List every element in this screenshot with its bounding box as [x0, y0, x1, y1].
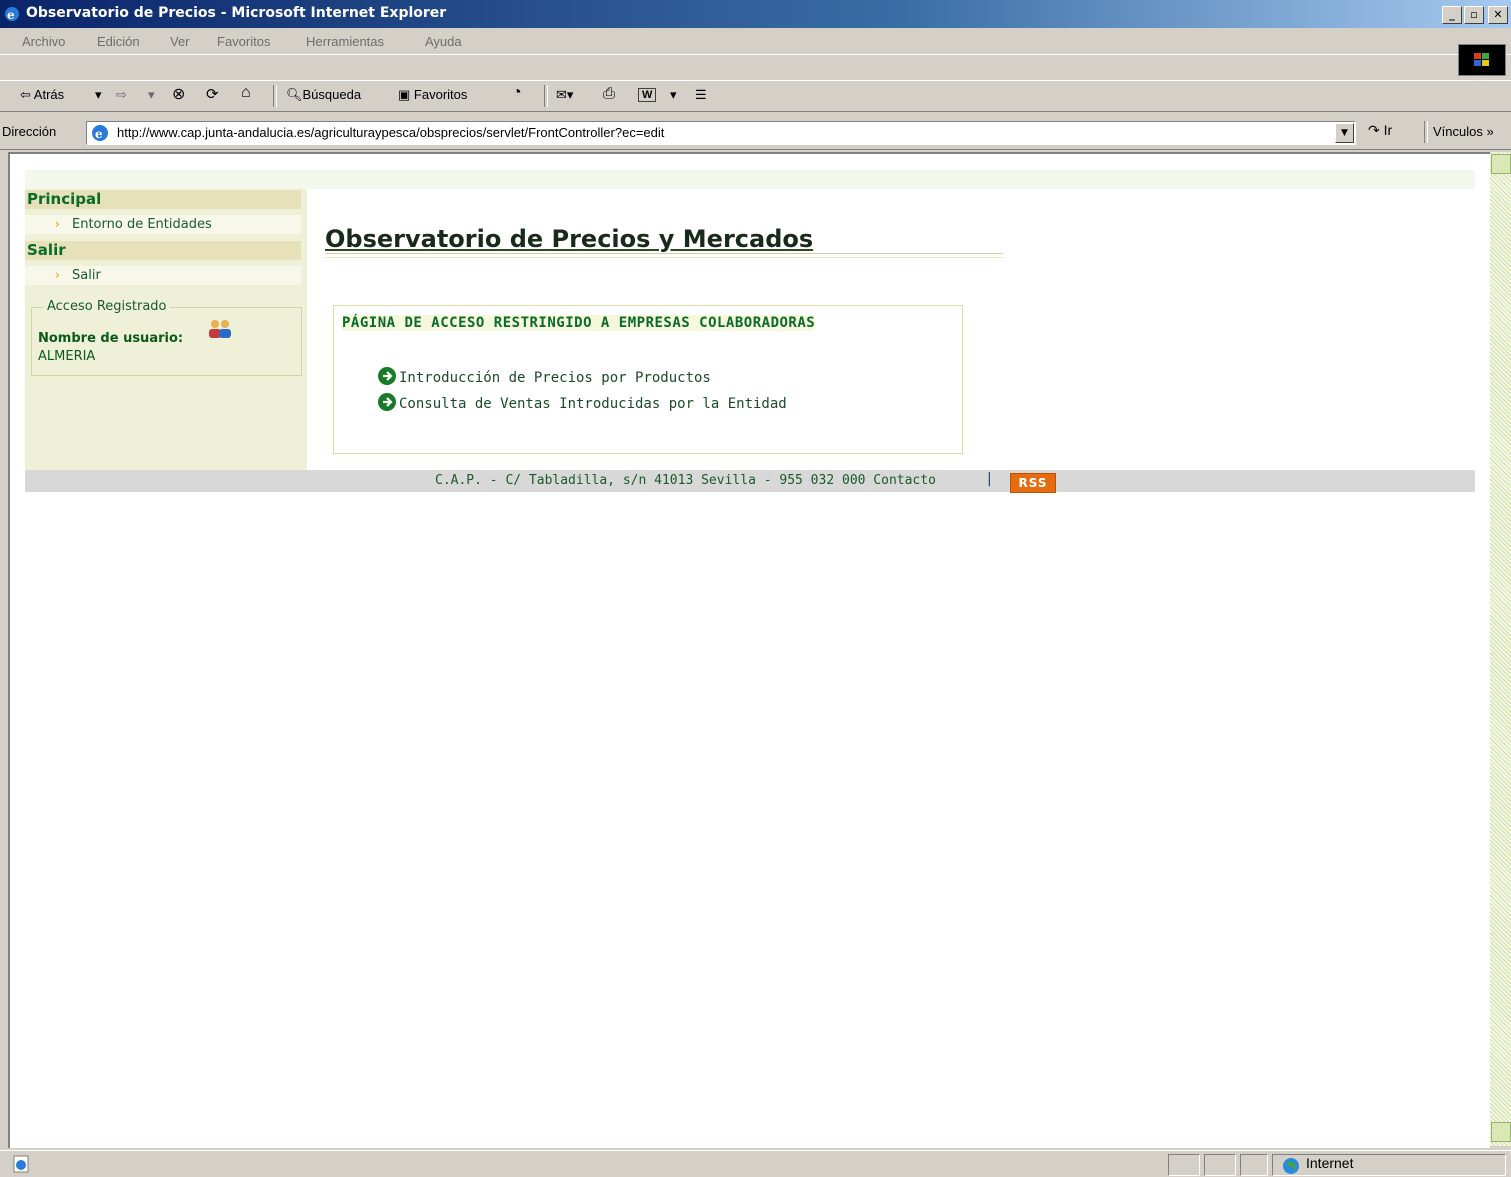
sidebar-item-entorno-de-entidades[interactable]: › Entorno de Entidades	[25, 215, 301, 234]
standard-toolbar: ⇦ Atrás ▾ ⇨ ▾ ⊗ ⟳ ⌂ 🔍︎Búsqueda ▣ Favorit…	[0, 80, 1511, 112]
search-button[interactable]: 🔍︎Búsqueda	[286, 87, 361, 103]
vertical-scrollbar[interactable]	[1490, 152, 1511, 1146]
print-icon[interactable]: ⎙	[603, 85, 615, 102]
internet-explorer-icon: e	[5, 7, 19, 22]
link-consulta-ventas[interactable]: Consulta de Ventas Introducidas por la E…	[377, 392, 787, 412]
close-button[interactable]: ✕	[1488, 6, 1508, 24]
security-zone: Internet	[1306, 1155, 1354, 1171]
go-arrow-icon	[378, 367, 396, 385]
windows-flag-icon	[1474, 53, 1489, 66]
go-button[interactable]: ↷ Ir	[1368, 122, 1392, 139]
scroll-up-icon[interactable]	[1491, 154, 1511, 174]
window-title-bar[interactable]: e Observatorio de Precios - Microsoft In…	[0, 0, 1511, 28]
links-button[interactable]: Vínculos »	[1433, 124, 1494, 139]
page-icon: e	[92, 125, 108, 141]
title-underline	[325, 253, 1003, 258]
menu-herramientas[interactable]: Herramientas	[306, 34, 384, 49]
globe-icon	[1283, 1158, 1299, 1174]
sidebar-item-salir[interactable]: › Salir	[25, 266, 301, 285]
stop-icon[interactable]: ⊗	[172, 84, 185, 104]
home-icon[interactable]: ⌂	[241, 84, 251, 102]
username-value: ALMERIA	[38, 349, 96, 364]
status-bar: Internet	[0, 1150, 1511, 1177]
back-dropdown-icon[interactable]: ▾	[95, 87, 102, 103]
scroll-down-icon[interactable]	[1491, 1122, 1511, 1142]
footer-separator: |	[987, 471, 992, 487]
toolbar-separator	[273, 85, 277, 107]
rss-button[interactable]: RSS	[1010, 473, 1056, 493]
bullet-arrow-icon: ›	[55, 217, 60, 231]
menu-ayuda[interactable]: Ayuda	[425, 34, 462, 49]
window-title: Observatorio de Precios - Microsoft Inte…	[26, 5, 447, 21]
back-button[interactable]: ⇦ Atrás	[20, 87, 64, 103]
username-label: Nombre de usuario:	[38, 331, 184, 346]
go-arrow-icon	[378, 393, 396, 411]
go-arrow-icon: ↷	[1368, 122, 1380, 138]
maximize-button[interactable]: ▫	[1464, 6, 1484, 24]
favorites-icon: ▣	[398, 87, 411, 102]
status-panel	[1168, 1154, 1200, 1176]
menu-favoritos[interactable]: Favoritos	[217, 34, 270, 49]
history-icon[interactable]: ◔	[512, 84, 522, 102]
edit-word-icon[interactable]: W	[638, 88, 657, 102]
address-label: Dirección	[2, 124, 57, 139]
address-input[interactable]: e http://www.cap.junta-andalucia.es/agri…	[86, 121, 1356, 145]
toolbar-separator	[544, 85, 548, 107]
sidebar-heading-principal: Principal	[25, 190, 301, 209]
page-status-icon	[13, 1155, 29, 1173]
link-introduccion-precios[interactable]: Introducción de Precios por Productos	[377, 366, 711, 386]
page-title: Observatorio de Precios y Mercados	[325, 225, 814, 253]
bullet-arrow-icon: ›	[55, 268, 60, 282]
favorites-button[interactable]: ▣ Favoritos	[398, 87, 467, 103]
page-top-strip	[25, 170, 1475, 189]
access-legend: Acceso Registrado	[44, 299, 170, 314]
sidebar-heading-salir: Salir	[25, 241, 301, 260]
links-chevron-icon: »	[1486, 124, 1494, 139]
address-bar: Dirección e http://www.cap.junta-andaluc…	[0, 115, 1511, 150]
minimize-button[interactable]: _	[1442, 6, 1462, 24]
address-url: http://www.cap.junta-andalucia.es/agricu…	[117, 125, 665, 140]
address-dropdown-icon[interactable]: ▼	[1335, 123, 1354, 143]
status-panel	[1204, 1154, 1236, 1176]
refresh-icon[interactable]: ⟳	[206, 85, 219, 103]
search-icon: 🔍︎	[286, 87, 303, 102]
svg-text:e: e	[7, 8, 15, 22]
menu-bar: Archivo Edición Ver Favoritos Herramient…	[0, 28, 1511, 55]
menu-archivo[interactable]: Archivo	[22, 34, 65, 49]
menu-ver[interactable]: Ver	[170, 34, 190, 49]
edit-dropdown-icon[interactable]: ▾	[670, 87, 677, 103]
menu-edicion[interactable]: Edición	[97, 34, 140, 49]
forward-button[interactable]: ⇨	[116, 87, 127, 103]
footer-address-contact[interactable]: C.A.P. - C/ Tabladilla, s/n 41013 Sevill…	[435, 473, 936, 488]
windows-logo-icon	[1458, 44, 1506, 76]
mail-icon[interactable]: ✉▾	[556, 87, 573, 103]
restricted-title: PÁGINA DE ACCESO RESTRINGIDO A EMPRESAS …	[342, 315, 816, 331]
discuss-icon[interactable]: ☰	[695, 87, 707, 103]
status-panel	[1240, 1154, 1268, 1176]
toolbar-separator	[1424, 121, 1428, 143]
forward-dropdown-icon[interactable]: ▾	[148, 87, 155, 103]
svg-text:e: e	[95, 127, 103, 141]
users-icon	[209, 320, 231, 338]
